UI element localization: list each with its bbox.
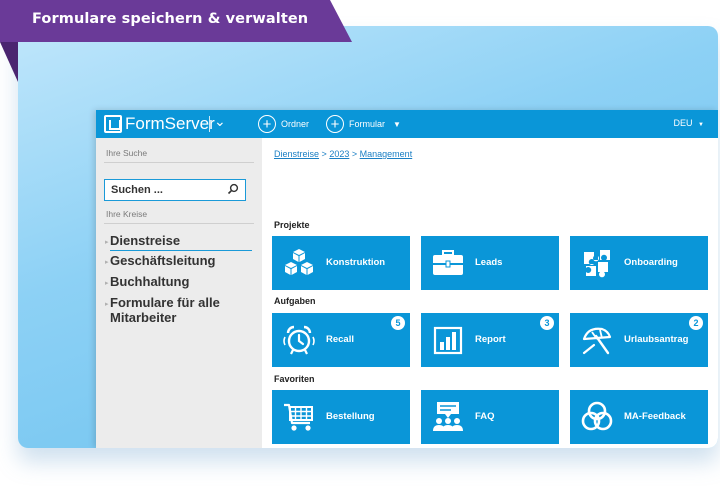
group-chat-icon bbox=[433, 402, 463, 431]
triangle-right-icon: ▸ bbox=[105, 239, 109, 246]
search-icon[interactable] bbox=[227, 183, 239, 195]
language-label: DEU bbox=[673, 118, 693, 128]
alarm-clock-icon bbox=[283, 325, 315, 355]
tile-bestellung[interactable]: Bestellung bbox=[272, 390, 410, 444]
tile-report[interactable]: Report 3 bbox=[421, 313, 559, 367]
app-menu-chevron-down-icon[interactable]: ⌄ bbox=[214, 113, 226, 130]
tile-label: MA-Feedback bbox=[624, 411, 686, 422]
tile-label: Bestellung bbox=[326, 411, 375, 422]
bar-chart-icon bbox=[433, 326, 463, 355]
circles-section-label: Ihre Kreise bbox=[106, 209, 148, 219]
shopping-cart-icon bbox=[284, 403, 313, 431]
beach-umbrella-icon bbox=[582, 327, 612, 355]
sidebar-item-label: Dienstreise bbox=[110, 233, 181, 248]
section-title-projekte: Projekte bbox=[274, 220, 310, 230]
banner-title: Formulare speichern & verwalten bbox=[32, 11, 309, 27]
tile-label: Report bbox=[475, 334, 506, 345]
sidebar-item-label: Geschäftsleitung bbox=[110, 253, 216, 268]
add-folder-label: Ordner bbox=[281, 119, 310, 129]
tile-label: Leads bbox=[475, 257, 503, 268]
search-input[interactable] bbox=[111, 182, 221, 198]
caret-down-icon: ▼ bbox=[393, 119, 401, 129]
add-form-button[interactable]: + Formular ▼ bbox=[326, 114, 401, 134]
breadcrumb-link[interactable]: 2023 bbox=[329, 149, 349, 159]
tile-label: Recall bbox=[326, 334, 354, 345]
section-title-aufgaben: Aufgaben bbox=[274, 296, 316, 306]
briefcase-icon bbox=[433, 250, 463, 275]
sidebar-item-buchhaltung[interactable]: ▸ Buchhaltung bbox=[105, 274, 190, 289]
app-name[interactable]: FormServer bbox=[125, 114, 215, 134]
notification-badge: 3 bbox=[540, 316, 554, 330]
section-title-favoriten: Favoriten bbox=[274, 374, 315, 384]
tile-konstruktion[interactable]: Konstruktion bbox=[272, 236, 410, 290]
caret-down-icon: ▼ bbox=[698, 122, 704, 128]
sidebar-item-geschaeftsleitung[interactable]: ▸ Geschäftsleitung bbox=[105, 253, 216, 268]
screenshot-frame: FormServer ⌄ + Ordner + Formular ▼ DEU ▼ bbox=[18, 26, 718, 448]
main-content: Dienstreise > 2023 > Management Projekte bbox=[262, 138, 718, 448]
search-field[interactable] bbox=[104, 179, 246, 201]
breadcrumb-link[interactable]: Dienstreise bbox=[274, 149, 319, 159]
sidebar: Ihre Suche Ihre Kreise ▸ Dienstreise ▸ bbox=[96, 138, 262, 448]
tile-label: Konstruktion bbox=[326, 257, 386, 268]
sidebar-item-mitarbeiter[interactable]: Mitarbeiter bbox=[110, 311, 176, 325]
tile-ma-feedback[interactable]: MA-Feedback bbox=[570, 390, 708, 444]
logo-divider bbox=[209, 116, 210, 132]
tile-onboarding[interactable]: Onboarding bbox=[570, 236, 708, 290]
triangle-right-icon: ▸ bbox=[105, 301, 109, 308]
cubes-icon bbox=[285, 249, 313, 275]
app-window: FormServer ⌄ + Ordner + Formular ▼ DEU ▼ bbox=[96, 110, 718, 448]
plus-circle-icon: + bbox=[326, 115, 344, 133]
language-selector[interactable]: DEU ▼ bbox=[674, 118, 704, 128]
sidebar-item-label: Buchhaltung bbox=[110, 274, 190, 289]
sidebar-item-dienstreise[interactable]: ▸ Dienstreise bbox=[105, 233, 252, 251]
sidebar-item-formulare-fuer-alle[interactable]: ▸ Formulare für alle bbox=[105, 295, 220, 310]
top-bar: FormServer ⌄ + Ordner + Formular ▼ DEU ▼ bbox=[96, 110, 718, 138]
notification-badge: 2 bbox=[689, 316, 703, 330]
venn-diagram-icon bbox=[581, 401, 613, 431]
tile-label: Urlaubsantrag bbox=[624, 334, 689, 345]
triangle-right-icon: ▸ bbox=[105, 280, 109, 287]
notification-badge: 5 bbox=[391, 316, 405, 330]
formserver-logo-icon bbox=[104, 115, 122, 133]
breadcrumb: Dienstreise > 2023 > Management bbox=[274, 149, 412, 159]
sidebar-item-label: Mitarbeiter bbox=[110, 310, 177, 325]
puzzle-icon bbox=[584, 250, 610, 278]
plus-circle-icon: + bbox=[258, 115, 276, 133]
sidebar-divider bbox=[104, 162, 254, 163]
sidebar-item-label: Formulare für alle bbox=[110, 295, 220, 310]
tile-label: Onboarding bbox=[624, 257, 678, 268]
add-folder-button[interactable]: + Ordner bbox=[258, 114, 309, 134]
tile-urlaubsantrag[interactable]: Urlaubsantrag 2 bbox=[570, 313, 708, 367]
add-form-label: Formular bbox=[349, 119, 386, 129]
breadcrumb-separator: > bbox=[321, 149, 327, 159]
search-section-label: Ihre Suche bbox=[106, 148, 148, 158]
breadcrumb-separator: > bbox=[351, 149, 358, 159]
triangle-right-icon: ▸ bbox=[105, 259, 109, 266]
breadcrumb-link[interactable]: Management bbox=[360, 149, 413, 159]
tile-leads[interactable]: Leads bbox=[421, 236, 559, 290]
banner-fold bbox=[0, 42, 18, 82]
tile-faq[interactable]: FAQ bbox=[421, 390, 559, 444]
sidebar-divider bbox=[104, 223, 254, 224]
tile-recall[interactable]: Recall 5 bbox=[272, 313, 410, 367]
tile-label: FAQ bbox=[475, 411, 495, 422]
